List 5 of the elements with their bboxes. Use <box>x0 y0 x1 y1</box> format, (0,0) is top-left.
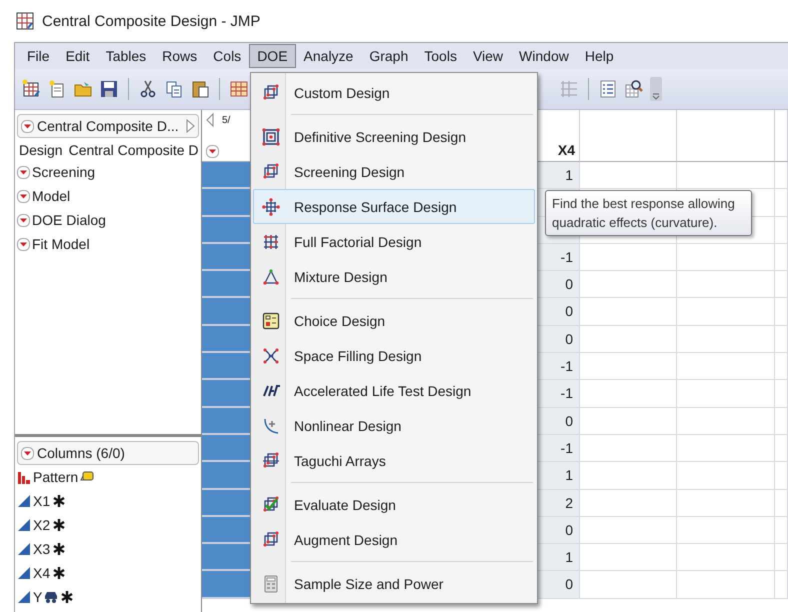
tooltip: Find the best response allowing quadratic effects (curvature). <box>545 190 752 236</box>
window-title: Central Composite Design - JMP <box>42 12 260 30</box>
design-label: Design <box>19 142 63 158</box>
row-count: 5/ <box>222 114 230 126</box>
design-value: Central Composite D <box>68 142 199 158</box>
